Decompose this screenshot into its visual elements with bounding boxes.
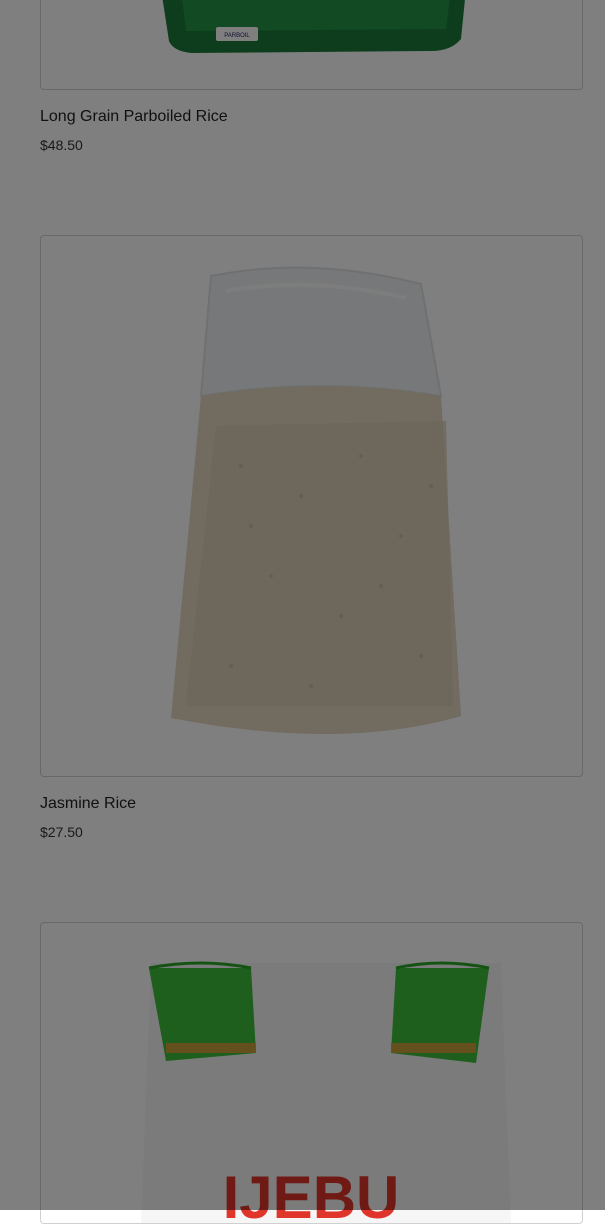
modal-backdrop[interactable] — [0, 0, 605, 1210]
